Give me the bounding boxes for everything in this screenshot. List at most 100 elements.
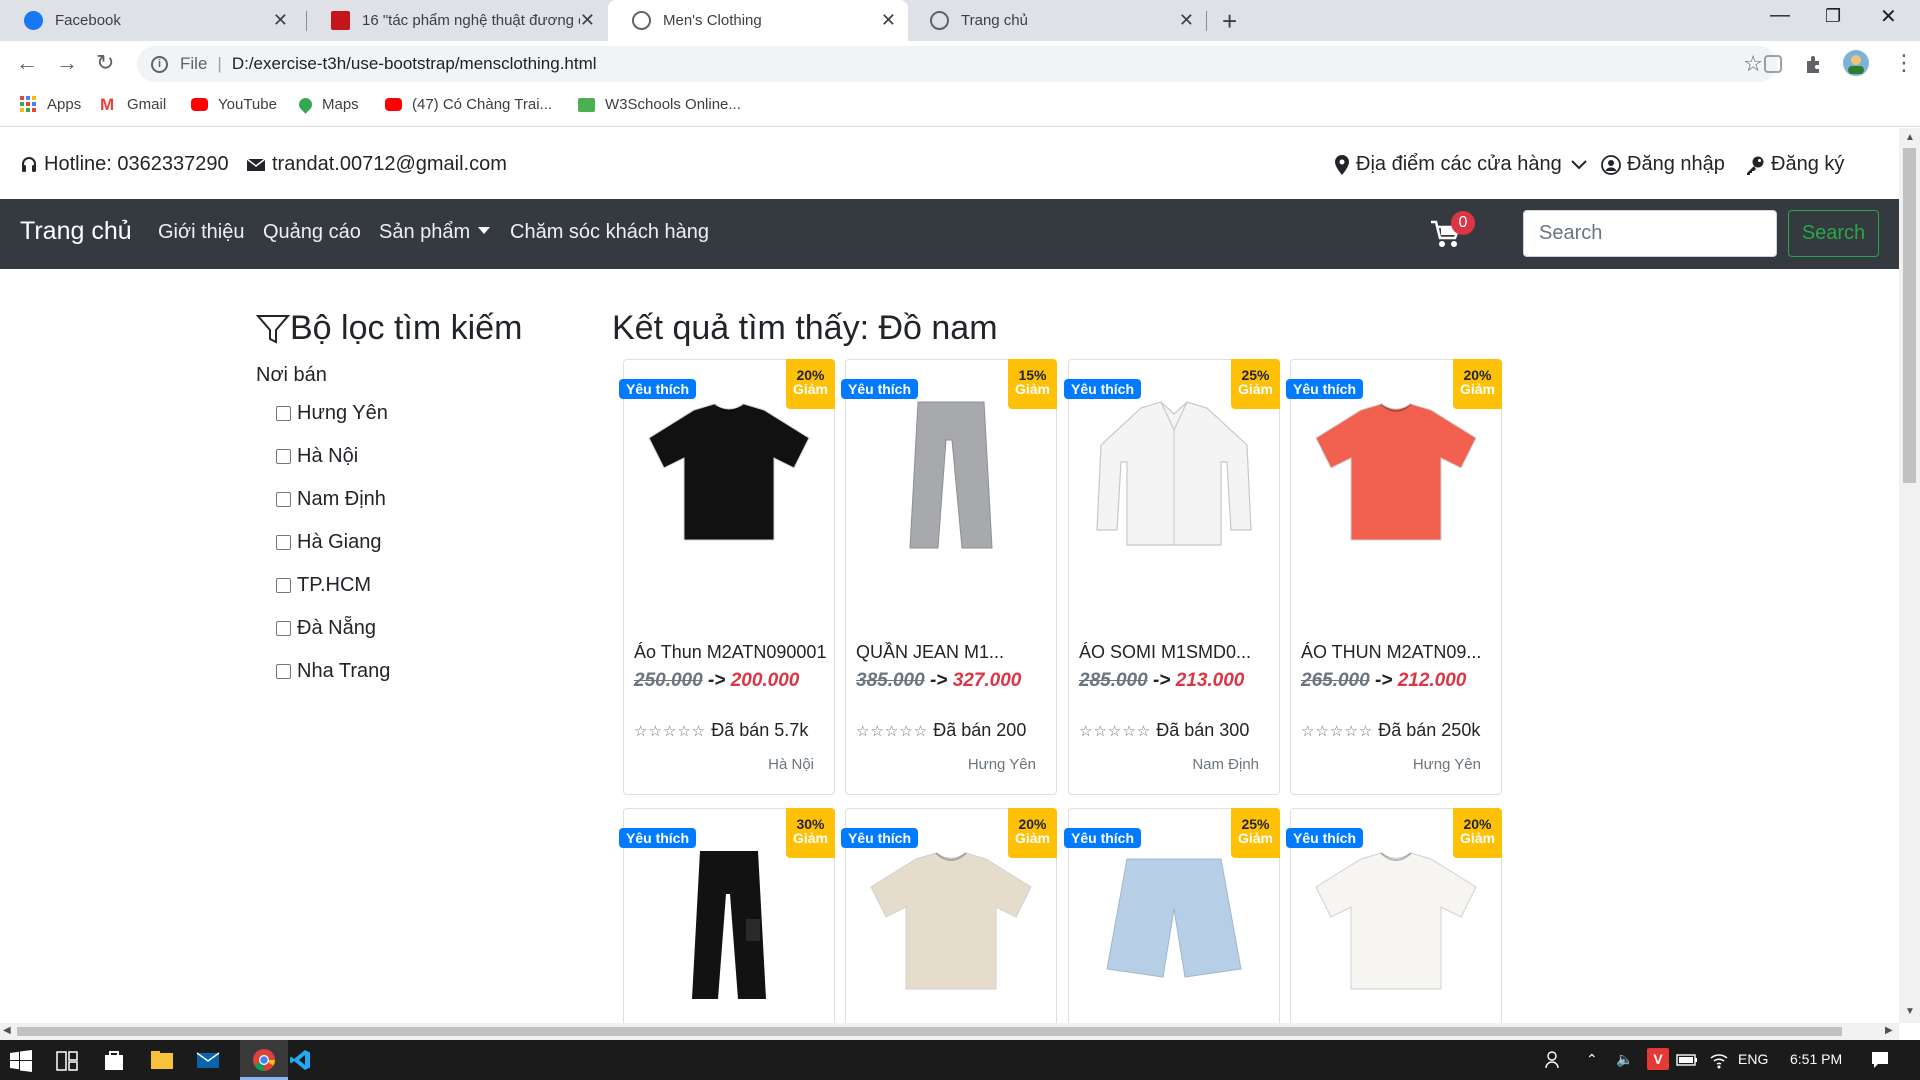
- product-image[interactable]: [1079, 849, 1269, 999]
- register-link[interactable]: Đăng ký: [1745, 153, 1844, 176]
- search-input[interactable]: [1523, 210, 1777, 257]
- extension-icon[interactable]: [1763, 54, 1783, 74]
- scroll-left-arrow-icon[interactable]: ◀: [3, 1025, 11, 1036]
- horizontal-scroll-thumb[interactable]: [17, 1027, 1842, 1036]
- product-card[interactable]: Yêu thích 20% Giảm: [1286, 808, 1502, 1023]
- reload-icon[interactable]: ↻: [96, 50, 114, 76]
- location-option[interactable]: Hà Nội: [276, 445, 358, 468]
- scroll-down-arrow-icon[interactable]: ▼: [1905, 1006, 1915, 1017]
- menu-kebab-icon[interactable]: ⋮: [1893, 50, 1915, 76]
- volume-icon[interactable]: 🔈: [1616, 1051, 1633, 1068]
- new-tab-button[interactable]: +: [1222, 6, 1237, 37]
- tab-facebook[interactable]: Facebook ✕: [0, 0, 300, 41]
- product-name[interactable]: Áo Thun M2ATN090001: [634, 642, 829, 663]
- bookmark-gmail[interactable]: M Gmail: [100, 96, 166, 113]
- nav-san-pham-dropdown[interactable]: Sản phẩm: [379, 221, 491, 244]
- nav-gioi-thieu[interactable]: Giới thiệu: [158, 221, 244, 244]
- info-icon[interactable]: i: [151, 55, 168, 73]
- vertical-scroll-thumb[interactable]: [1903, 148, 1916, 483]
- close-tab-icon[interactable]: ✕: [580, 10, 595, 31]
- restore-icon[interactable]: ❐: [1825, 6, 1841, 27]
- bookmark-apps[interactable]: Apps: [20, 96, 81, 113]
- bookmark-video[interactable]: (47) Có Chàng Trai...: [385, 96, 552, 113]
- scroll-up-arrow-icon[interactable]: ▲: [1905, 132, 1915, 143]
- location-option[interactable]: TP.HCM: [276, 574, 371, 597]
- product-image[interactable]: [1301, 849, 1491, 999]
- store-locations-dropdown[interactable]: Địa điểm các cửa hàng: [1334, 153, 1594, 176]
- tab-article[interactable]: 16 "tác phẩm nghệ thuật đương đ ✕: [307, 0, 607, 41]
- battery-icon[interactable]: [1676, 1053, 1698, 1067]
- location-checkbox[interactable]: [276, 449, 291, 464]
- minimize-icon[interactable]: —: [1770, 4, 1790, 27]
- store-icon[interactable]: [103, 1049, 125, 1071]
- forward-icon[interactable]: →: [56, 50, 78, 76]
- product-name[interactable]: ÁO SOMI M1SMD0...: [1079, 642, 1274, 663]
- back-icon[interactable]: ←: [16, 50, 38, 76]
- bookmark-w3schools[interactable]: W3Schools Online...: [578, 96, 741, 113]
- show-hidden-icons-chevron[interactable]: ⌃: [1586, 1051, 1598, 1068]
- input-language[interactable]: ENG: [1738, 1051, 1768, 1067]
- clock[interactable]: 6:51 PM: [1790, 1051, 1842, 1067]
- login-link[interactable]: Đăng nhập: [1601, 153, 1725, 176]
- windows-start-icon[interactable]: [10, 1050, 32, 1072]
- close-window-icon[interactable]: ✕: [1880, 4, 1897, 29]
- profile-avatar[interactable]: [1842, 49, 1870, 77]
- puzzle-icon[interactable]: [1803, 54, 1823, 74]
- product-card[interactable]: Yêu thích 25% Giảm ÁO SOMI M1SMD0... 285.000…: [1064, 359, 1280, 795]
- location-option[interactable]: Hưng Yên: [276, 402, 388, 425]
- location-checkbox[interactable]: [276, 664, 291, 679]
- close-tab-icon[interactable]: ✕: [273, 10, 288, 31]
- scroll-right-arrow-icon[interactable]: ▶: [1885, 1025, 1893, 1036]
- tab-trang-chu[interactable]: Trang chủ ✕: [906, 0, 1206, 41]
- tab-mens-clothing[interactable]: Men's Clothing ✕: [608, 0, 908, 41]
- price-arrow: ->: [707, 670, 726, 691]
- location-option[interactable]: Hà Giang: [276, 531, 382, 554]
- location-option[interactable]: Đà Nẵng: [276, 617, 376, 640]
- product-image[interactable]: [1301, 400, 1491, 550]
- vscode-icon[interactable]: [289, 1049, 311, 1071]
- product-image[interactable]: [856, 400, 1046, 550]
- product-name[interactable]: ÁO THUN M2ATN09...: [1301, 642, 1496, 663]
- product-image[interactable]: [634, 400, 824, 550]
- antivirus-icon[interactable]: V: [1647, 1048, 1669, 1070]
- product-card[interactable]: Yêu thích 15% Giảm QUẦN JEAN M1... 385.000 -…: [841, 359, 1057, 795]
- horizontal-scrollbar[interactable]: ◀ ▶: [0, 1023, 1899, 1040]
- discount-badge: 20% Giảm: [786, 359, 835, 409]
- address-bar[interactable]: i File | D:/exercise-t3h/use-bootstrap/m…: [137, 46, 1777, 82]
- product-image[interactable]: [634, 849, 824, 999]
- product-card[interactable]: Yêu thích 25% Giảm: [1064, 808, 1280, 1023]
- location-option[interactable]: Nam Định: [276, 488, 386, 511]
- nav-quang-cao[interactable]: Quảng cáo: [263, 221, 361, 244]
- mail-icon[interactable]: [196, 1050, 220, 1070]
- chrome-taskbar-active[interactable]: [240, 1040, 288, 1080]
- product-image[interactable]: [1079, 400, 1269, 550]
- bookmark-youtube[interactable]: YouTube: [191, 96, 277, 113]
- product-card[interactable]: Yêu thích 20% Giảm: [841, 808, 1057, 1023]
- nav-cham-soc[interactable]: Chăm sóc khách hàng: [510, 221, 709, 244]
- product-price: 250.000 -> 200.000: [634, 670, 799, 692]
- location-checkbox[interactable]: [276, 535, 291, 550]
- close-tab-icon[interactable]: ✕: [881, 10, 896, 31]
- task-view-icon[interactable]: [56, 1051, 78, 1071]
- bookmark-star-icon[interactable]: ☆: [1743, 51, 1763, 77]
- product-card[interactable]: Yêu thích 20% Giảm ÁO THUN M2ATN09... 265.00…: [1286, 359, 1502, 795]
- search-button[interactable]: Search: [1788, 210, 1879, 257]
- windows-taskbar: ⌃ 🔈 V ENG 6:51 PM: [0, 1040, 1920, 1080]
- product-name[interactable]: QUẦN JEAN M1...: [856, 642, 1051, 663]
- vertical-scrollbar[interactable]: ▲ ▼: [1899, 128, 1920, 1023]
- location-checkbox[interactable]: [276, 578, 291, 593]
- file-explorer-icon[interactable]: [150, 1050, 174, 1070]
- product-card[interactable]: Yêu thích 20% Giảm Áo Thun M2ATN090001 250.0…: [619, 359, 835, 795]
- navbar-brand[interactable]: Trang chủ: [20, 217, 132, 246]
- location-checkbox[interactable]: [276, 406, 291, 421]
- wifi-icon[interactable]: [1709, 1051, 1729, 1069]
- bookmark-maps[interactable]: Maps: [296, 95, 359, 114]
- notifications-icon[interactable]: [1870, 1050, 1890, 1070]
- location-checkbox[interactable]: [276, 621, 291, 636]
- product-image[interactable]: [856, 849, 1046, 999]
- close-tab-icon[interactable]: ✕: [1179, 10, 1194, 31]
- location-option[interactable]: Nha Trang: [276, 660, 390, 683]
- people-icon[interactable]: [1545, 1051, 1565, 1069]
- product-card[interactable]: Yêu thích 30% Giảm: [619, 808, 835, 1023]
- location-checkbox[interactable]: [276, 492, 291, 507]
